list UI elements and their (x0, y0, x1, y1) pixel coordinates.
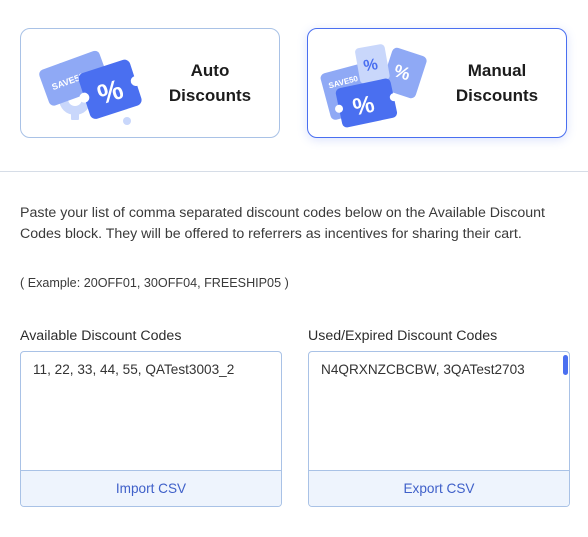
auto-discounts-label-line2: Discounts (168, 86, 252, 105)
discount-settings-panel: SAVE50 % Auto Discounts SAVE50 % % % Man… (0, 0, 588, 537)
example-text: ( Example: 20OFF01, 30OFF04, FREESHIP05 … (20, 276, 289, 290)
instructions-text: Paste your list of comma separated disco… (20, 205, 545, 242)
available-codes-box: 11, 22, 33, 44, 55, QATest3003_2 Import … (20, 351, 282, 507)
available-codes-label: Available Discount Codes (20, 328, 182, 344)
import-csv-button[interactable]: Import CSV (21, 470, 281, 506)
manual-discounts-label-line1: Manual (467, 61, 527, 80)
auto-discounts-title: Auto Discounts (149, 29, 271, 137)
used-codes-scrollbar[interactable] (563, 355, 568, 375)
manual-discounts-title: Manual Discounts (436, 29, 558, 137)
used-codes-input[interactable]: N4QRXNZCBCBW, 3QATest2703 (309, 352, 569, 472)
auto-discounts-label-line1: Auto (190, 61, 230, 80)
auto-discount-illustration-icon: SAVE50 % (39, 50, 142, 125)
available-codes-input[interactable]: 11, 22, 33, 44, 55, QATest3003_2 (21, 352, 281, 472)
manual-discounts-label-line2: Discounts (455, 86, 539, 105)
auto-discounts-card[interactable]: SAVE50 % Auto Discounts (20, 28, 280, 138)
used-codes-box: N4QRXNZCBCBW, 3QATest2703 Export CSV (308, 351, 570, 507)
svg-text:%: % (362, 56, 379, 75)
used-codes-label: Used/Expired Discount Codes (308, 328, 498, 344)
manual-discounts-card[interactable]: SAVE50 % % % Manual Discounts (307, 28, 567, 138)
manual-discount-illustration-icon: SAVE50 % % % (320, 44, 427, 128)
export-csv-button[interactable]: Export CSV (309, 470, 569, 506)
section-divider (0, 171, 588, 172)
